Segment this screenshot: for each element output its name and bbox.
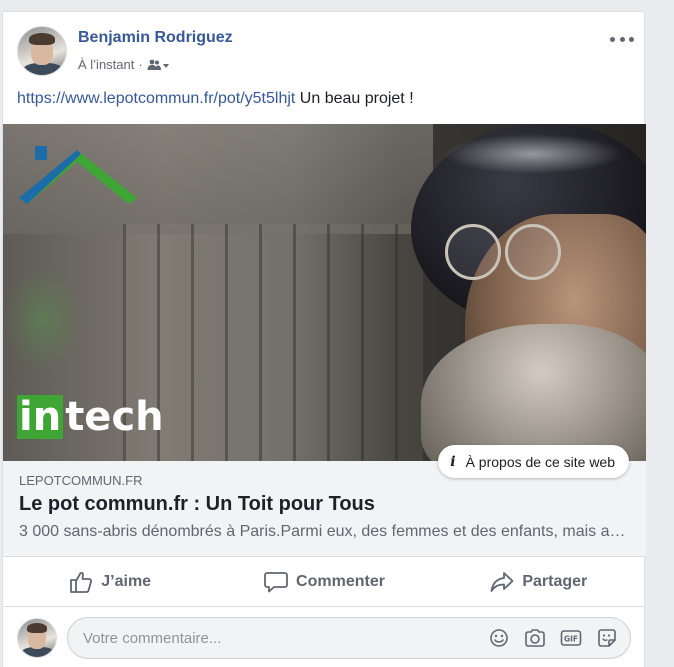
comment-input[interactable]: [83, 629, 488, 647]
like-label: J’aime: [101, 572, 152, 590]
current-user-avatar[interactable]: [17, 618, 57, 658]
intech-logo-tech: tech: [65, 394, 164, 440]
svg-text:GIF: GIF: [564, 635, 578, 644]
more-options-icon[interactable]: [610, 32, 634, 46]
friends-icon[interactable]: [147, 59, 169, 71]
share-button[interactable]: Partager: [432, 557, 646, 606]
post-header: Benjamin Rodriguez À l’instant ·: [17, 26, 634, 80]
comment-bubble-icon: [264, 571, 288, 592]
post-timestamp[interactable]: À l’instant: [78, 57, 134, 72]
author-name[interactable]: Benjamin Rodriguez: [78, 29, 233, 47]
post-link[interactable]: https://www.lepotcommun.fr/pot/y5t5lhjt: [17, 90, 295, 107]
post-meta: À l’instant ·: [78, 57, 169, 72]
thumbs-up-icon: [70, 571, 93, 593]
camera-icon[interactable]: [524, 627, 546, 649]
post-text: https://www.lepotcommun.fr/pot/y5t5lhjt …: [17, 90, 414, 108]
gif-icon[interactable]: GIF: [560, 627, 582, 649]
sticker-icon[interactable]: [596, 627, 618, 649]
comment-tools: GIF: [488, 627, 618, 649]
post-actions: J’aime Commenter Partager: [3, 557, 646, 607]
comment-label: Commenter: [296, 572, 385, 590]
comment-box[interactable]: GIF: [67, 617, 631, 659]
author-avatar[interactable]: [17, 26, 67, 76]
link-preview-image[interactable]: in tech: [3, 124, 646, 461]
share-label: Partager: [522, 572, 588, 590]
post-message: Un beau projet !: [295, 90, 414, 107]
house-roof-logo-icon: [19, 146, 137, 204]
info-icon: i: [450, 453, 456, 470]
post-card: Benjamin Rodriguez À l’instant · https:/…: [2, 11, 646, 667]
share-arrow-icon: [490, 571, 514, 592]
link-title[interactable]: Le pot commun.fr : Un Toit pour Tous: [19, 493, 630, 516]
emoji-icon[interactable]: [488, 627, 510, 649]
intech-logo-in: in: [17, 394, 64, 440]
link-description: 3 000 sans-abris dénombrés à Paris.Parmi…: [19, 523, 631, 540]
meta-separator: ·: [138, 57, 143, 72]
about-site-label: À propos de ce site web: [465, 453, 615, 470]
comment-button[interactable]: Commenter: [217, 557, 431, 606]
about-site-button[interactable]: i À propos de ce site web: [438, 445, 629, 478]
like-button[interactable]: J’aime: [3, 557, 217, 606]
comment-composer: GIF: [3, 607, 646, 667]
intech-logo: in tech: [17, 395, 164, 439]
glasses-shape: [445, 220, 565, 284]
